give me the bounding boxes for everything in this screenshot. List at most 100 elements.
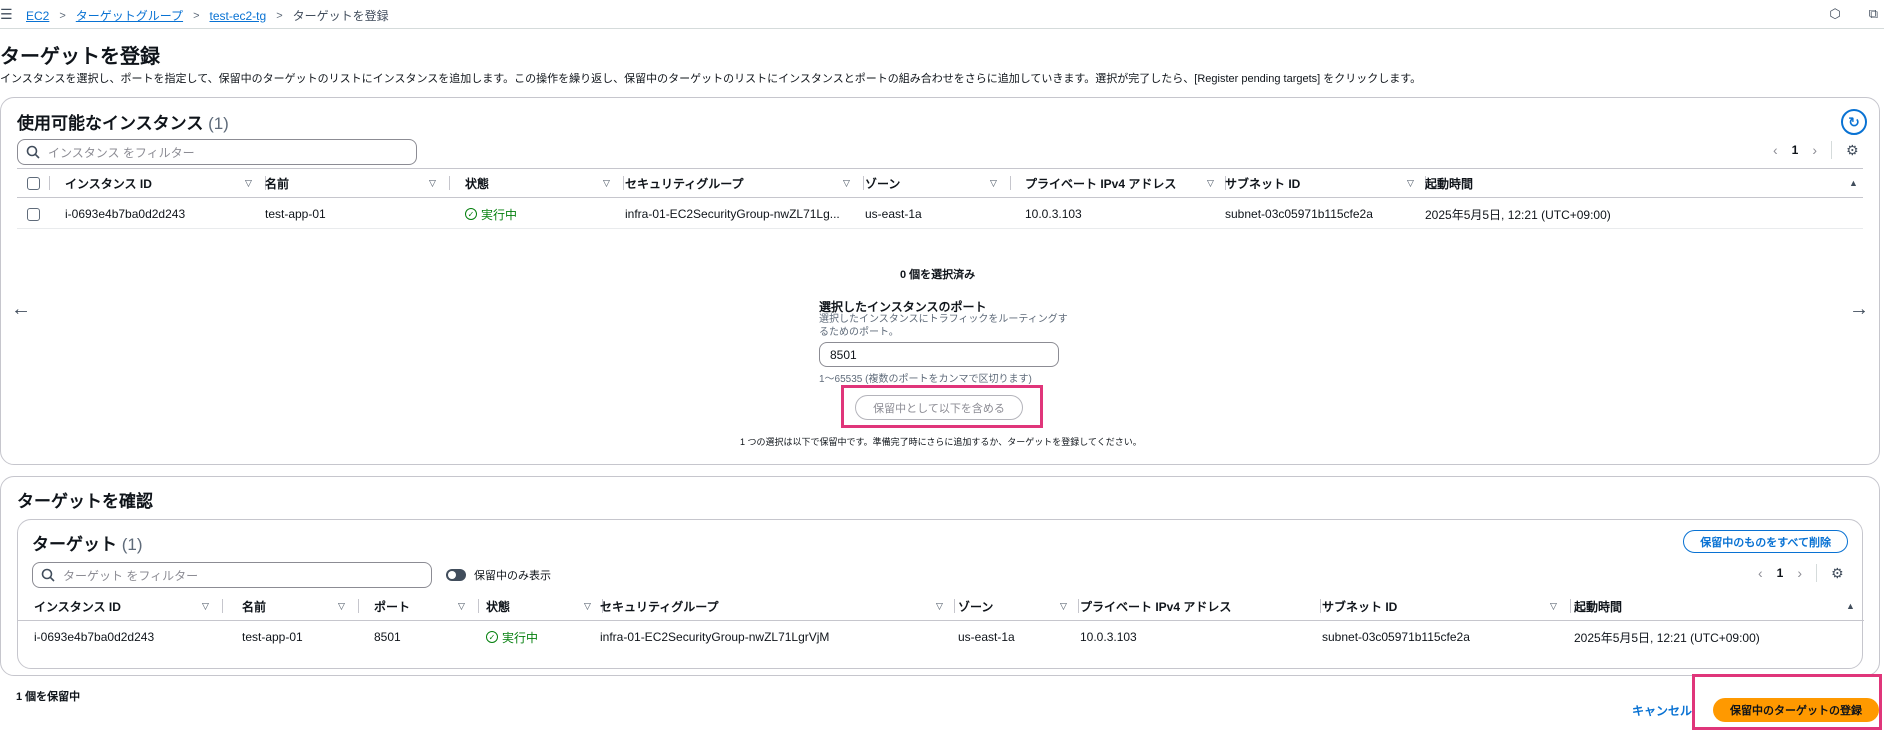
breadcrumb-current: ターゲットを登録 bbox=[292, 9, 389, 23]
breadcrumb-ec2[interactable]: EC2 bbox=[26, 9, 49, 23]
sort-icon[interactable]: ▽ bbox=[338, 601, 345, 612]
select-all-checkbox[interactable] bbox=[27, 168, 40, 198]
status-success-icon: ✓ bbox=[465, 208, 477, 220]
refresh-icon[interactable]: ↻ bbox=[1841, 109, 1867, 135]
col-state[interactable]: 状態 ▽ bbox=[486, 591, 606, 621]
available-instances-count: (1) bbox=[208, 114, 229, 133]
col-instance-id-label: インスタンス ID bbox=[34, 599, 121, 614]
breadcrumb-test-ec2-tg[interactable]: test-ec2-tg bbox=[210, 9, 267, 23]
menu-icon[interactable]: ☰ bbox=[0, 6, 13, 23]
pending-only-toggle[interactable]: 保留中のみ表示 bbox=[446, 567, 551, 583]
settings-icon[interactable]: ⬡ bbox=[1829, 6, 1840, 22]
page-description: インスタンスを選択し、ポートを指定して、保留中のターゲットのリストにインスタンス… bbox=[0, 73, 1422, 85]
cell-name: test-app-01 bbox=[242, 630, 303, 644]
col-state[interactable]: 状態 ▽ bbox=[465, 168, 625, 198]
target-page-number[interactable]: 1 bbox=[1777, 566, 1784, 580]
target-table-header-row: インスタンス ID ▽ 名前 ▽ ポート ▽ 状態 ▽ セキュリティグループ ▽ ゾーン ▽… bbox=[18, 591, 1864, 621]
col-launch-time[interactable]: 起動時間 ▲ bbox=[1425, 168, 1863, 198]
chevron-right-icon[interactable]: › bbox=[1797, 565, 1802, 581]
col-launch-time-label: 起動時間 bbox=[1425, 176, 1474, 191]
col-subnet-id-label: サブネット ID bbox=[1322, 599, 1398, 614]
col-private-ip[interactable]: プライベート IPv4 アドレス bbox=[1080, 591, 1321, 621]
sort-icon[interactable]: ▽ bbox=[1060, 601, 1067, 612]
sort-icon[interactable]: ▲ bbox=[1846, 601, 1855, 611]
col-instance-id[interactable]: インスタンス ID ▽ bbox=[34, 591, 224, 621]
targets-count: (1) bbox=[121, 535, 143, 554]
register-pending-targets-button[interactable]: 保留中のターゲットの登録 bbox=[1713, 698, 1879, 722]
targets-title: ターゲット bbox=[32, 535, 117, 554]
review-targets-title: ターゲットを確認 bbox=[17, 492, 153, 511]
col-name[interactable]: 名前 ▽ bbox=[242, 591, 372, 621]
port-description: 選択したインスタンスにトラフィックをルーティングするためのポート。 bbox=[819, 314, 1068, 338]
cell-private-ip: 10.0.3.103 bbox=[1080, 630, 1137, 644]
sort-icon[interactable]: ▽ bbox=[429, 178, 436, 189]
sort-icon[interactable]: ▽ bbox=[936, 601, 943, 612]
cell-private-ip: 10.0.3.103 bbox=[1025, 207, 1082, 221]
review-targets-panel: ターゲットを確認 ターゲット (1) ターゲット をフィルター ‹ 1 › ⚙ … bbox=[0, 476, 1880, 676]
arrow-right-icon[interactable]: → bbox=[1849, 298, 1869, 321]
sort-icon[interactable]: ▽ bbox=[202, 601, 209, 612]
chevron-left-icon[interactable]: ‹ bbox=[1758, 565, 1763, 581]
col-private-ip-label: プライベート IPv4 アドレス bbox=[1080, 599, 1232, 614]
col-zone-label: ゾーン bbox=[958, 599, 994, 614]
col-security-group-label: セキュリティグループ bbox=[600, 599, 719, 614]
include-as-pending-button[interactable]: 保留中として以下を含める bbox=[855, 395, 1023, 420]
toggle-switch[interactable] bbox=[446, 569, 466, 581]
sort-icon[interactable]: ▽ bbox=[584, 601, 591, 612]
sort-icon[interactable]: ▽ bbox=[1207, 178, 1214, 189]
external-icon[interactable]: ⧉ bbox=[1869, 6, 1878, 22]
col-subnet-id[interactable]: サブネット ID ▽ bbox=[1322, 591, 1572, 621]
targets-container: ターゲット (1) ターゲット をフィルター ‹ 1 › ⚙ インスタンス ID… bbox=[17, 519, 1864, 669]
pager-divider bbox=[1816, 564, 1818, 582]
col-zone[interactable]: ゾーン ▽ bbox=[958, 591, 1079, 621]
available-instances-title: 使用可能なインスタンス bbox=[17, 114, 204, 133]
col-port[interactable]: ポート ▽ bbox=[374, 591, 484, 621]
cell-state-label: 実行中 bbox=[481, 207, 518, 222]
port-hint: 1〜65535 (複数のポートをカンマで区切ります) bbox=[819, 374, 1032, 385]
available-instances-heading: 使用可能なインスタンス (1) bbox=[17, 109, 229, 134]
sort-icon[interactable]: ▽ bbox=[245, 178, 252, 189]
col-name-label: 名前 bbox=[265, 176, 290, 191]
cell-instance-id: i-0693e4b7ba0d2d243 bbox=[34, 630, 155, 644]
col-zone[interactable]: ゾーン ▽ bbox=[865, 168, 1025, 198]
col-launch-time[interactable]: 起動時間 ▲ bbox=[1574, 591, 1864, 621]
sort-icon[interactable]: ▽ bbox=[458, 601, 465, 612]
checkbox[interactable] bbox=[27, 207, 40, 221]
col-name[interactable]: 名前 ▽ bbox=[265, 168, 455, 198]
col-name-label: 名前 bbox=[242, 599, 267, 614]
row-checkbox[interactable] bbox=[27, 199, 40, 229]
breadcrumb-target-groups[interactable]: ターゲットグループ bbox=[76, 7, 183, 24]
cell-security-group: infra-01-EC2SecurityGroup-nwZL71Lg... bbox=[625, 207, 840, 221]
table-row[interactable]: i-0693e4b7ba0d2d243 test-app-01 8501 ✓ 実行… bbox=[18, 622, 1864, 652]
col-subnet-id[interactable]: サブネット ID ▽ bbox=[1225, 168, 1426, 198]
arrow-left-icon[interactable]: ← bbox=[11, 298, 31, 321]
col-security-group[interactable]: セキュリティグループ ▽ bbox=[625, 168, 864, 198]
sort-icon[interactable]: ▲ bbox=[1849, 178, 1858, 188]
targets-heading: ターゲット (1) bbox=[32, 530, 143, 555]
cell-launch-time: 2025年5月5日, 12:21 (UTC+09:00) bbox=[1574, 630, 1760, 645]
port-input[interactable]: 8501 bbox=[819, 342, 1059, 367]
cell-state: ✓ 実行中 bbox=[465, 199, 517, 229]
col-instance-id[interactable]: インスタンス ID ▽ bbox=[65, 168, 266, 198]
cell-instance-id: i-0693e4b7ba0d2d243 bbox=[65, 207, 186, 221]
target-filter-input[interactable]: ターゲット をフィルター bbox=[32, 562, 432, 588]
col-port-label: ポート bbox=[374, 599, 411, 614]
remove-all-pending-button[interactable]: 保留中のものをすべて削除 bbox=[1683, 530, 1848, 553]
sort-icon[interactable]: ▽ bbox=[603, 178, 610, 189]
col-launch-time-label: 起動時間 bbox=[1574, 599, 1623, 614]
checkbox[interactable] bbox=[27, 176, 40, 190]
sort-icon[interactable]: ▽ bbox=[1550, 601, 1557, 612]
cell-subnet-id: subnet-03c05971b115cfe2a bbox=[1322, 630, 1470, 644]
col-private-ip[interactable]: プライベート IPv4 アドレス ▽ bbox=[1025, 168, 1226, 198]
sort-icon[interactable]: ▽ bbox=[990, 178, 997, 189]
search-icon bbox=[41, 568, 55, 582]
cancel-button[interactable]: キャンセル bbox=[1632, 702, 1692, 719]
gear-icon[interactable]: ⚙ bbox=[1831, 565, 1844, 582]
table-row[interactable]: i-0693e4b7ba0d2d243 test-app-01 ✓ 実行中 inf… bbox=[17, 199, 1863, 229]
target-filter-placeholder: ターゲット をフィルター bbox=[63, 568, 199, 583]
sort-icon[interactable]: ▽ bbox=[843, 178, 850, 189]
breadcrumb: EC2 > ターゲットグループ > test-ec2-tg > ターゲットを登録 bbox=[26, 7, 389, 24]
sort-icon[interactable]: ▽ bbox=[1407, 178, 1414, 189]
col-security-group[interactable]: セキュリティグループ ▽ bbox=[600, 591, 960, 621]
cell-port: 8501 bbox=[374, 630, 401, 644]
